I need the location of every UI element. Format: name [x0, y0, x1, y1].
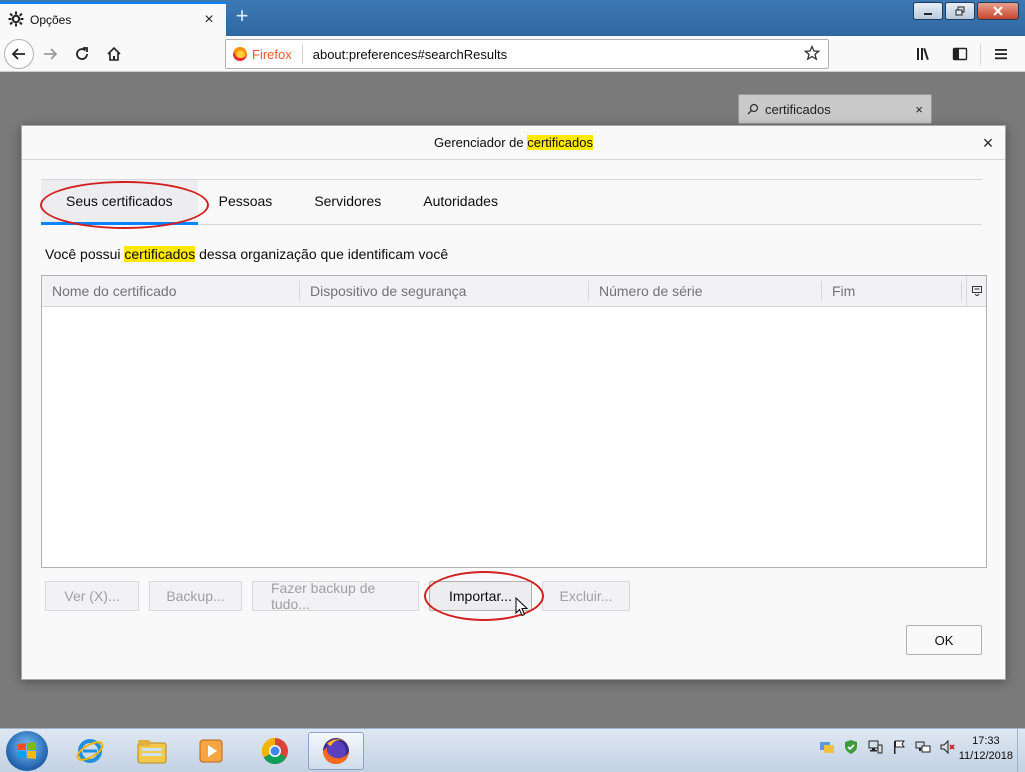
- url-bar[interactable]: Firefox about:preferences#searchResults: [225, 39, 829, 69]
- column-serial-number[interactable]: Número de série: [589, 281, 822, 301]
- sidebar-icon: [952, 47, 968, 61]
- chrome-icon: [261, 737, 288, 765]
- folder-icon: [137, 740, 167, 764]
- library-button[interactable]: [906, 38, 942, 70]
- tab-your-certificates[interactable]: Seus certificados: [41, 180, 198, 225]
- reload-button[interactable]: [66, 38, 98, 70]
- volume-muted-icon[interactable]: [939, 739, 955, 755]
- column-security-device[interactable]: Dispositivo de segurança: [300, 281, 589, 301]
- browser-titlebar: Opções × +: [0, 0, 1025, 36]
- network-computer-icon[interactable]: [867, 739, 883, 755]
- tab-servers[interactable]: Servidores: [293, 180, 402, 225]
- description-highlight: certificados: [124, 246, 196, 262]
- flag-notification-icon[interactable]: [891, 739, 907, 755]
- system-tray: [819, 739, 955, 755]
- close-tab-icon[interactable]: ×: [200, 11, 218, 29]
- hamburger-menu-icon: [995, 49, 1007, 60]
- taskbar-internet-explorer[interactable]: [62, 732, 118, 770]
- home-button[interactable]: [98, 38, 130, 70]
- clear-search-icon[interactable]: ×: [915, 102, 923, 117]
- taskbar-firefox[interactable]: [308, 732, 364, 770]
- description-prefix: Você possui: [45, 246, 125, 262]
- navigation-toolbar: Firefox about:preferences#searchResults: [0, 36, 1025, 72]
- taskbar-media-player[interactable]: [184, 732, 240, 770]
- tab-authorities[interactable]: Autoridades: [402, 180, 519, 225]
- new-tab-button[interactable]: +: [230, 5, 254, 29]
- identity-box[interactable]: Firefox: [232, 44, 303, 64]
- restore-button[interactable]: [945, 2, 975, 20]
- library-icon: [917, 47, 929, 61]
- back-button[interactable]: [4, 38, 34, 69]
- minimize-button[interactable]: [913, 2, 943, 20]
- sidebar-button[interactable]: [942, 38, 978, 70]
- column-certificate-name[interactable]: Nome do certificado: [42, 281, 300, 301]
- network-status-icon[interactable]: [915, 739, 931, 755]
- start-button[interactable]: [6, 731, 48, 771]
- description-suffix: dessa organização que identificam você: [195, 246, 449, 262]
- taskbar: 17:33 11/12/2018: [0, 728, 1025, 772]
- certificate-manager-dialog: Gerenciador de certificados × Seus certi…: [21, 125, 1006, 680]
- column-expires[interactable]: Fim: [822, 281, 962, 301]
- dialog-title-prefix: Gerenciador de: [434, 135, 528, 150]
- gear-icon: [8, 11, 24, 30]
- window-close-button[interactable]: [977, 2, 1019, 20]
- security-shield-icon[interactable]: [843, 739, 859, 755]
- search-value: certificados: [765, 101, 831, 117]
- certificate-tabs: Seus certificados Pessoas Servidores Aut…: [41, 179, 982, 225]
- certificate-actions: Ver (X)... Backup... Fazer backup de tud…: [45, 580, 630, 612]
- toolbar-right: [906, 38, 1019, 70]
- backup-all-button[interactable]: Fazer backup de tudo...: [252, 580, 419, 612]
- tab-people[interactable]: Pessoas: [198, 180, 294, 225]
- view-button[interactable]: Ver (X)...: [45, 581, 139, 611]
- keyboard-language-icon[interactable]: [819, 739, 835, 755]
- tab-title: Opções: [30, 13, 72, 27]
- restore-icon: [955, 6, 965, 16]
- internet-explorer-icon: [76, 739, 104, 763]
- show-desktop-button[interactable]: [1017, 729, 1025, 772]
- home-icon: [107, 46, 121, 61]
- arrow-left-icon: [11, 47, 25, 60]
- bookmark-star-icon[interactable]: [802, 44, 822, 64]
- preferences-search-input[interactable]: certificados ×: [738, 94, 932, 124]
- certificates-table[interactable]: Nome do certificado Dispositivo de segur…: [41, 275, 987, 568]
- delete-button[interactable]: Excluir...: [542, 581, 630, 611]
- forward-button[interactable]: [34, 38, 66, 70]
- clock-date: 11/12/2018: [958, 750, 1013, 762]
- close-icon: [993, 6, 1003, 16]
- dialog-title-highlight: certificados: [527, 135, 593, 150]
- firefox-icon: [233, 47, 247, 61]
- taskbar-clock[interactable]: 17:33 11/12/2018: [959, 734, 1013, 764]
- column-picker-icon[interactable]: [966, 276, 986, 306]
- arrow-right-icon: [44, 47, 58, 60]
- media-player-icon: [199, 739, 223, 763]
- taskbar-file-explorer[interactable]: [124, 732, 180, 770]
- taskbar-chrome[interactable]: [247, 732, 303, 770]
- toolbar-separator: [980, 43, 981, 65]
- tab-options[interactable]: Opções ×: [0, 2, 226, 36]
- minimize-icon: [924, 13, 932, 15]
- windows-logo-icon: [18, 742, 36, 759]
- menu-button[interactable]: [983, 38, 1019, 70]
- firefox-icon: [323, 738, 349, 764]
- ok-button[interactable]: OK: [906, 625, 982, 655]
- identity-label: Firefox: [252, 46, 292, 62]
- dialog-title: Gerenciador de certificados ×: [22, 126, 1005, 160]
- search-icon: [747, 103, 759, 115]
- reload-icon: [76, 46, 88, 60]
- mouse-cursor-icon: [515, 596, 529, 620]
- dialog-close-icon[interactable]: ×: [977, 132, 999, 154]
- url-text[interactable]: about:preferences#searchResults: [313, 47, 802, 62]
- certificates-description: Você possui certificados dessa organizaç…: [45, 246, 448, 262]
- table-header: Nome do certificado Dispositivo de segur…: [42, 276, 986, 307]
- clock-time: 17:33: [972, 735, 1000, 747]
- window-controls: [913, 2, 1019, 20]
- backup-button[interactable]: Backup...: [149, 581, 242, 611]
